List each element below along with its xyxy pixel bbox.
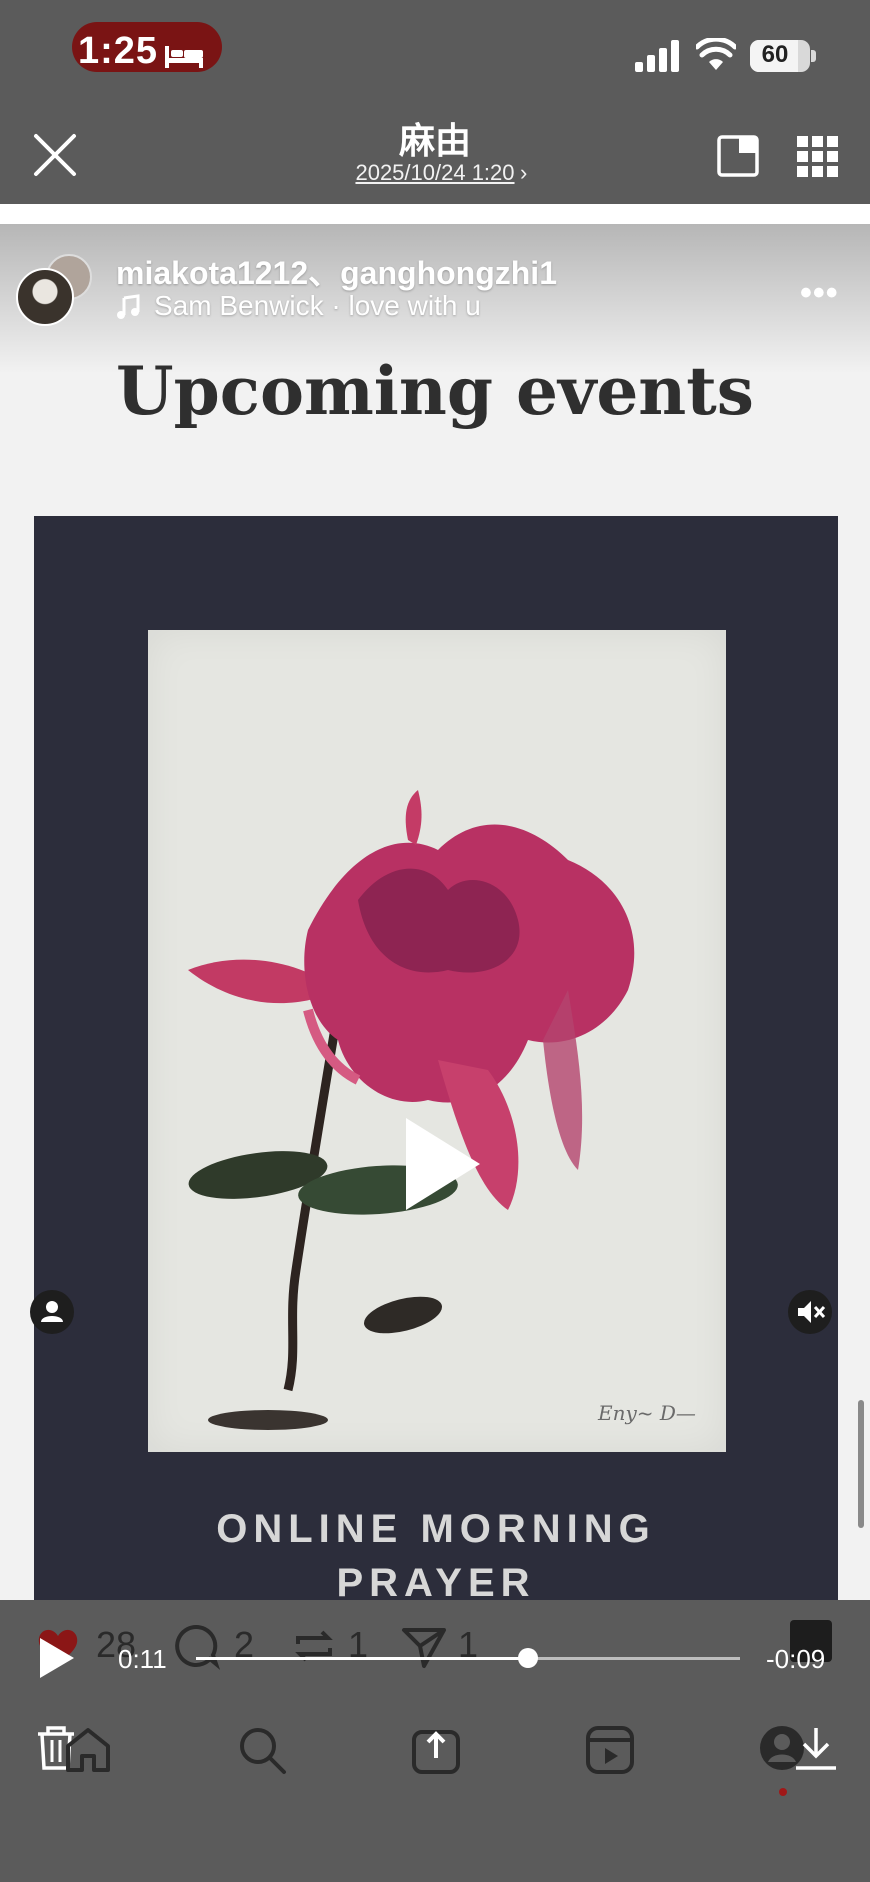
mute-button[interactable] — [788, 1290, 832, 1334]
post-music-track[interactable]: Sam Benwick · love with u — [154, 290, 481, 322]
music-note-icon — [117, 294, 140, 319]
comment-icon[interactable] — [172, 1622, 220, 1670]
play-overlay[interactable] — [400, 1114, 484, 1214]
page-title: 麻由 — [398, 120, 471, 161]
close-icon[interactable] — [30, 130, 80, 180]
download-icon[interactable] — [790, 1722, 842, 1774]
home-icon[interactable] — [62, 1724, 114, 1776]
status-time: 1:25 — [78, 30, 159, 72]
play-icon[interactable] — [36, 1636, 76, 1680]
battery-tip — [811, 50, 816, 62]
scroll-indicator[interactable] — [858, 1400, 864, 1528]
elapsed-time: 0:11 — [118, 1644, 167, 1674]
pip-icon[interactable] — [716, 134, 760, 178]
user-tag-icon — [41, 1301, 63, 1322]
chevron-right-icon: › — [520, 160, 528, 185]
play-icon — [406, 1118, 480, 1210]
mute-icon — [798, 1301, 826, 1323]
poster-caption: ONLINE MORNING PRAYER — [34, 1502, 838, 1600]
post-heading: Upcoming events — [116, 352, 754, 430]
rose-painting: Eny~ D— — [148, 630, 726, 1452]
poster-caption-line2: PRAYER — [336, 1561, 536, 1600]
divider — [0, 204, 870, 224]
wifi-icon — [696, 38, 736, 70]
search-icon[interactable] — [236, 1724, 288, 1776]
remaining-time: -0:09 — [766, 1644, 826, 1674]
post-usernames[interactable]: miakota1212、ganghongzhi1 — [116, 248, 557, 294]
reels-icon[interactable] — [584, 1724, 636, 1776]
svg-text:Eny~ D—: Eny~ D— — [597, 1401, 696, 1425]
progress-knob[interactable] — [518, 1648, 538, 1668]
notification-dot — [779, 1788, 787, 1796]
post-date-link[interactable]: 2025/10/24 1:20 — [330, 160, 540, 186]
send-icon[interactable] — [400, 1622, 448, 1670]
grid-icon[interactable] — [795, 134, 839, 178]
rose-illustration: Eny~ D— — [188, 790, 696, 1430]
post-card: miakota1212、ganghongzhi1 Sam Benwick · l… — [0, 224, 870, 1600]
user-tag-button[interactable] — [30, 1290, 74, 1334]
repost-icon[interactable] — [290, 1622, 338, 1670]
poster-image[interactable]: Eny~ D— ONLINE MORNING PRAYER — [34, 516, 838, 1600]
battery-percent: 60 — [761, 41, 789, 68]
sleep-focus-icon — [165, 46, 203, 68]
avatar[interactable] — [16, 268, 74, 326]
progress-fill — [196, 1657, 528, 1660]
poster-caption-line1: ONLINE MORNING — [216, 1507, 656, 1551]
create-icon[interactable] — [410, 1724, 462, 1776]
more-icon[interactable]: ••• — [800, 274, 839, 313]
signal-icon — [635, 40, 679, 72]
